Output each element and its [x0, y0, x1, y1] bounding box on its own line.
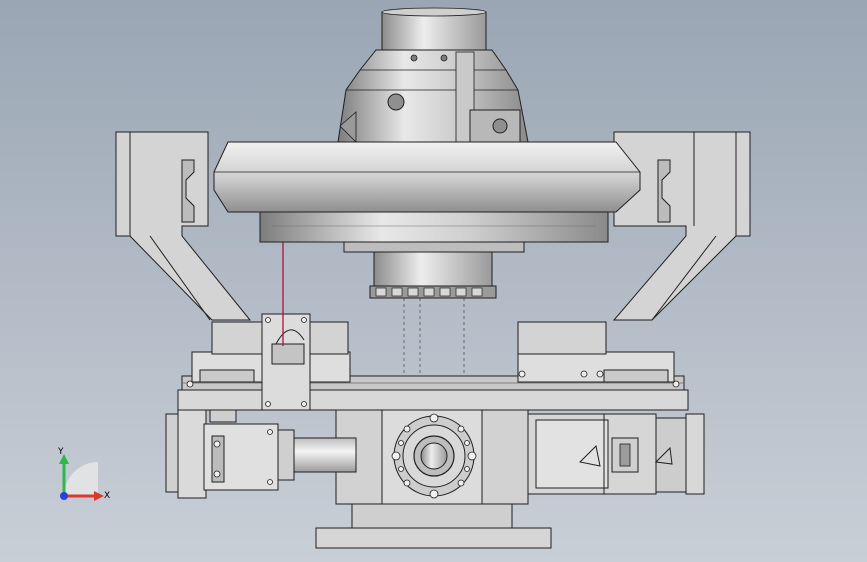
triad-x-label: X: [104, 491, 110, 501]
triad-y-label: Y: [57, 447, 64, 457]
cad-viewport[interactable]: Y X: [0, 0, 867, 562]
base-plate: [315, 499, 552, 549]
center-lines: [403, 298, 465, 376]
right-servo-motor: [527, 413, 705, 495]
cone-head: [337, 7, 529, 143]
output-shaft: [277, 429, 357, 481]
right-slide-carriage: [517, 321, 675, 383]
left-motor: [165, 407, 279, 499]
turntable-disk: [213, 141, 641, 299]
right-gripper-arm: [612, 131, 751, 321]
coordinate-triad-icon: Y X: [57, 447, 110, 501]
gearbox-housing: [335, 407, 529, 505]
assembly-drawing: Y X: [57, 7, 751, 549]
